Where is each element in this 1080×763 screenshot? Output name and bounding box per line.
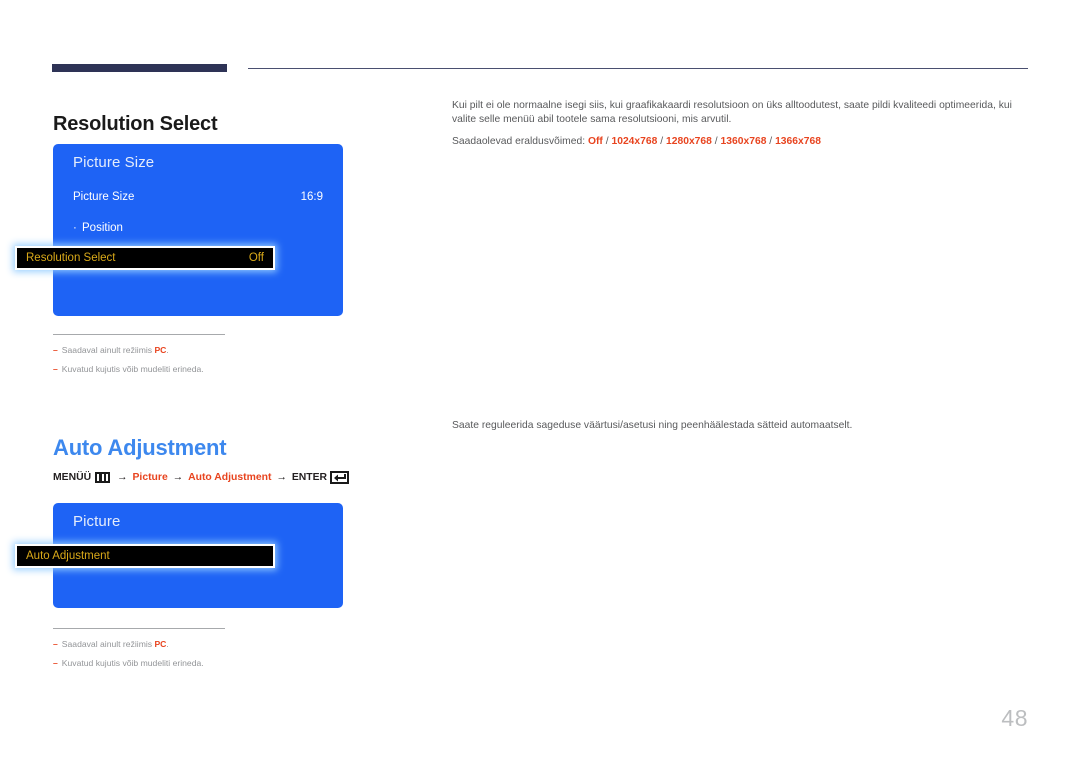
bullet-icon: · [73,222,77,234]
menu-navigation-path: MENÜÜ → Picture → Auto Adjustment → ENTE… [53,471,350,484]
footnotes-resolution-select: – Saadaval ainult režiimis PC. – Kuvatud k… [53,334,353,382]
footnote-item: – Saadaval ainult režiimis PC. [53,344,353,356]
footnote-text: Kuvatud kujutis võib mudeliti erineda. [61,364,204,374]
enter-return-icon [330,471,350,484]
option-separator-3: / [711,136,721,147]
footnote-item: – Saadaval ainult režiimis PC. [53,638,353,650]
available-resolutions-line: Saadaolevad eraldusvõimed: Off / 1024x76… [452,135,1012,149]
footnote-text: Saadaval ainult režiimis [61,639,155,649]
osd-item-label-with-bullet: · Position [73,222,123,234]
option-separator-2: / [657,136,666,147]
footnote-text-tail: . [166,639,169,649]
chevron-up-icon[interactable] [532,530,548,539]
osd-item-label: Position [82,222,123,234]
header-rule-thin-line [248,68,1028,69]
osd-item-label: Auto Adjustment [26,550,110,562]
section-description-resolution-select: Kui pilt ei ole normaalne isegi siis, ku… [452,99,1012,149]
available-resolutions-prefix: Saadaolevad eraldusvõimed: [452,136,588,147]
osd-item-label: Resolution Select [26,252,116,264]
menu-path-menu-label: MENÜÜ [53,472,92,483]
osd-menu-item-resolution-select-selected[interactable]: Resolution Select Off [15,246,275,270]
header-rule-thick-bar [52,64,227,72]
resolution-option-1024x768: 1024x768 [611,136,658,147]
description-paragraph: Saate reguleerida sageduse väärtusi/aset… [452,420,853,431]
footnote-text: Saadaval ainult režiimis [61,345,155,355]
chevron-down-icon[interactable] [532,575,548,584]
osd-menu-item-position[interactable]: · Position [73,219,323,237]
resolution-option-1280x768: 1280x768 [666,136,712,147]
footnote-dash: – [53,639,58,649]
osd-panel-title: Picture [73,513,121,530]
arrow-icon: → [276,472,287,483]
section-description-auto-adjustment: Saate reguleerida sageduse väärtusi/aset… [452,419,1012,433]
page-header-rule [52,62,1028,76]
resolution-option-off: Off [587,136,603,147]
resolution-option-1360x768: 1360x768 [720,136,767,147]
osd-menu-item-picture-size[interactable]: Picture Size 16:9 [73,188,323,206]
osd-menu-item-auto-adjustment-selected[interactable]: Auto Adjustment [15,544,275,568]
footnote-emphasis: PC [154,345,167,355]
arrow-icon: → [117,472,128,483]
section-title-resolution-select: Resolution Select [53,113,218,136]
footnotes-auto-adjustment: – Saadaval ainult režiimis PC. – Kuvatud k… [53,628,353,676]
osd-item-value: 16:9 [300,191,323,203]
footnote-dash: – [53,364,58,374]
footnote-divider [53,628,225,629]
menu-path-step-auto-adjustment: Auto Adjustment [188,472,272,483]
footnote-text-tail: . [166,345,169,355]
description-paragraph: Kui pilt ei ole normaalne isegi siis, ku… [452,100,1012,125]
footnote-divider [53,334,225,335]
menu-path-step-picture: Picture [132,472,168,483]
footnote-item: – Kuvatud kujutis võib mudeliti erineda. [53,657,353,669]
osd-item-label: Picture Size [73,191,135,203]
osd-item-value: Off [248,252,264,264]
footnote-item: – Kuvatud kujutis võib mudeliti erineda. [53,363,353,375]
resolution-option-1366x768: 1366x768 [775,136,821,147]
menu-grid-icon [95,472,111,483]
footnote-text: Kuvatud kujutis võib mudeliti erineda. [61,658,204,668]
arrow-icon: → [172,472,184,483]
option-separator-4: / [766,136,776,147]
footnote-dash: – [53,345,58,355]
osd-panel-picture-size: Picture Size Picture Size 16:9 · Position [53,144,343,316]
page-number: 48 [1001,705,1028,731]
menu-path-enter-label: ENTER [291,472,328,483]
osd-panel-title: Picture Size [73,154,155,171]
section-title-auto-adjustment: Auto Adjustment [53,434,227,460]
footnote-dash: – [53,658,58,668]
footnote-emphasis: PC [154,639,167,649]
